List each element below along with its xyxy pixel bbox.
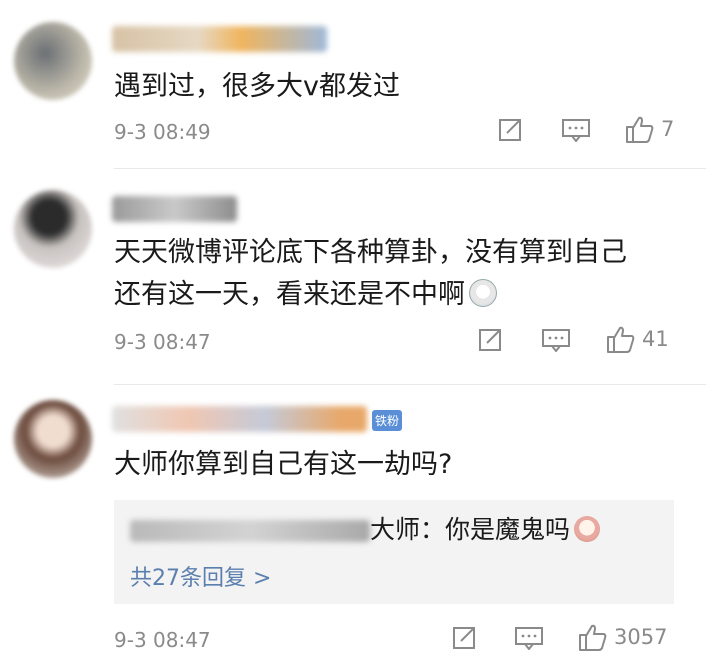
comment-icon [515, 627, 543, 650]
username-blurred[interactable] [112, 26, 327, 52]
comment-timestamp: 9-3 08:49 [114, 120, 211, 144]
comment-text: 遇到过，很多大v都发过 [114, 71, 400, 102]
avatar[interactable] [14, 400, 92, 478]
like-count: 7 [661, 117, 675, 141]
comment-text: 天天微博评论底下各种算卦，没有算到自己 还有这一天，看来还是不中啊 [114, 237, 627, 310]
reply-preview-box[interactable]: 大师：你是魔鬼吗 共27条回复 > [114, 500, 674, 604]
avatar[interactable] [14, 190, 92, 268]
comment-item-1: 遇到过，很多大v都发过 9-3 08:49 7 [0, 0, 720, 170]
share-button[interactable] [498, 116, 524, 142]
comment-button[interactable] [542, 328, 570, 352]
comment-item-2: 天天微博评论底下各种算卦，没有算到自己 还有这一天，看来还是不中啊 9-3 08… [0, 170, 720, 385]
comment-icon [562, 119, 590, 142]
divider [114, 168, 706, 169]
comment-button[interactable] [515, 626, 543, 650]
username-blurred[interactable] [112, 406, 367, 432]
dizzy-face-emoji-icon [469, 279, 497, 307]
share-icon [453, 627, 475, 649]
face-emoji-icon [574, 516, 601, 542]
comment-text: 大师你算到自己有这一劫吗? [114, 449, 453, 480]
comment-timestamp: 9-3 08:47 [114, 330, 211, 354]
share-icon [479, 329, 501, 351]
like-button[interactable]: 7 [625, 114, 674, 144]
thumbs-up-icon [607, 326, 635, 353]
reply-text: 大师：你是魔鬼吗 [370, 512, 601, 548]
avatar[interactable] [14, 22, 92, 100]
thumbs-up-icon [626, 116, 654, 143]
thumbs-up-icon [579, 624, 607, 651]
like-button[interactable]: 41 [606, 324, 669, 354]
share-icon [499, 119, 521, 141]
comment-item-3: 铁粉 大师你算到自己有这一劫吗? 大师：你是魔鬼吗 共27条回复 > 9-3 0… [0, 386, 720, 655]
like-count: 41 [642, 327, 669, 351]
username-blurred[interactable] [112, 196, 237, 222]
like-count: 3057 [614, 625, 668, 649]
like-button[interactable]: 3057 [578, 622, 667, 652]
share-button[interactable] [452, 624, 478, 650]
reply-author-blurred [130, 520, 370, 542]
comment-button[interactable] [562, 118, 590, 142]
fan-badge: 铁粉 [372, 410, 403, 431]
share-button[interactable] [478, 326, 504, 352]
comment-icon [542, 329, 570, 352]
more-replies-link[interactable]: 共27条回复 > [130, 560, 271, 592]
divider [114, 384, 706, 385]
comment-timestamp: 9-3 08:47 [114, 628, 211, 652]
